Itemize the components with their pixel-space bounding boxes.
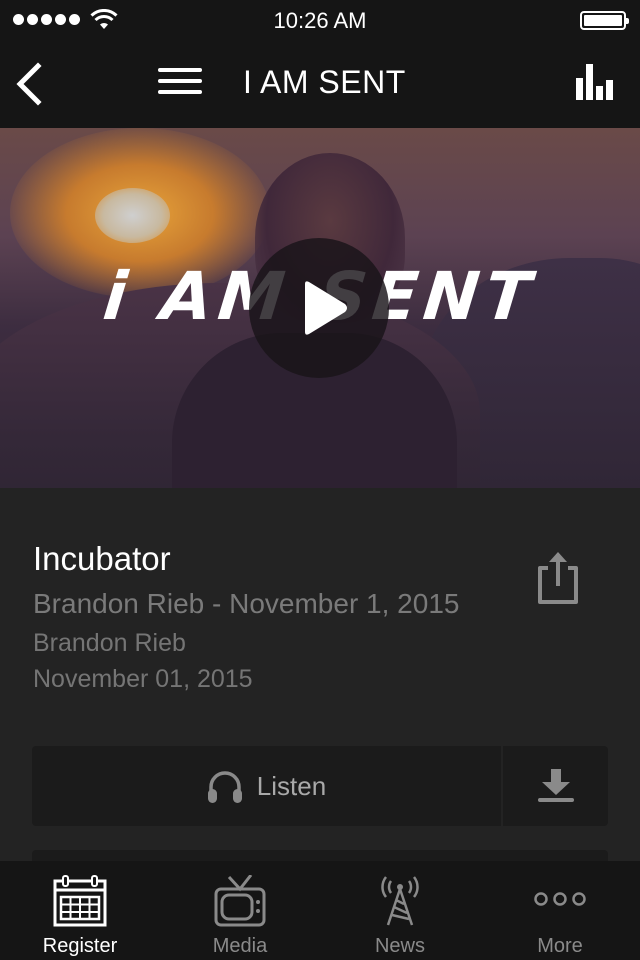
chevron-left-icon [16, 62, 42, 106]
download-icon [537, 769, 574, 802]
sermon-artwork: i AM SENT [0, 128, 640, 488]
status-time: 10:26 AM [273, 8, 367, 33]
speaker-name: Brandon Rieb [33, 629, 186, 657]
tab-label: More [537, 935, 583, 957]
share-button[interactable] [534, 548, 582, 606]
tab-label: News [374, 935, 425, 957]
tab-label: Register [42, 935, 118, 957]
tab-news[interactable]: News [320, 861, 480, 960]
tab-register[interactable]: Register [0, 861, 160, 960]
headphones-icon [207, 771, 242, 803]
more-dots-icon [534, 892, 586, 906]
menu-button[interactable] [158, 68, 202, 100]
hamburger-icon [158, 68, 202, 72]
broadcast-tower-icon [381, 876, 419, 926]
media-date: November 01, 2015 [33, 665, 253, 693]
battery-icon [580, 11, 629, 30]
play-icon [305, 281, 347, 335]
status-bar: 10:26 AM [0, 0, 640, 40]
media-title: Incubator [33, 540, 171, 577]
play-button[interactable] [249, 238, 389, 378]
tv-icon [214, 875, 266, 927]
tab-label: Media [212, 935, 268, 957]
media-subtitle: Brandon Rieb - November 1, 2015 [33, 588, 460, 619]
share-icon [538, 552, 578, 604]
back-button[interactable] [10, 60, 50, 108]
calendar-icon [53, 875, 107, 927]
stats-button[interactable] [576, 64, 616, 104]
page-title: I AM SENT [243, 64, 406, 100]
listen-label: Listen [256, 770, 327, 801]
tab-media[interactable]: Media [160, 861, 320, 960]
tab-bar: Register Media News More [0, 861, 640, 960]
listen-button[interactable]: Listen [32, 746, 501, 826]
action-row: Listen [32, 746, 608, 826]
bar-chart-icon [576, 64, 613, 100]
media-details: Incubator Brandon Rieb - November 1, 201… [0, 488, 640, 870]
download-button[interactable] [503, 746, 608, 826]
navigation-bar: I AM SENT [0, 40, 640, 128]
tab-more[interactable]: More [480, 861, 640, 960]
